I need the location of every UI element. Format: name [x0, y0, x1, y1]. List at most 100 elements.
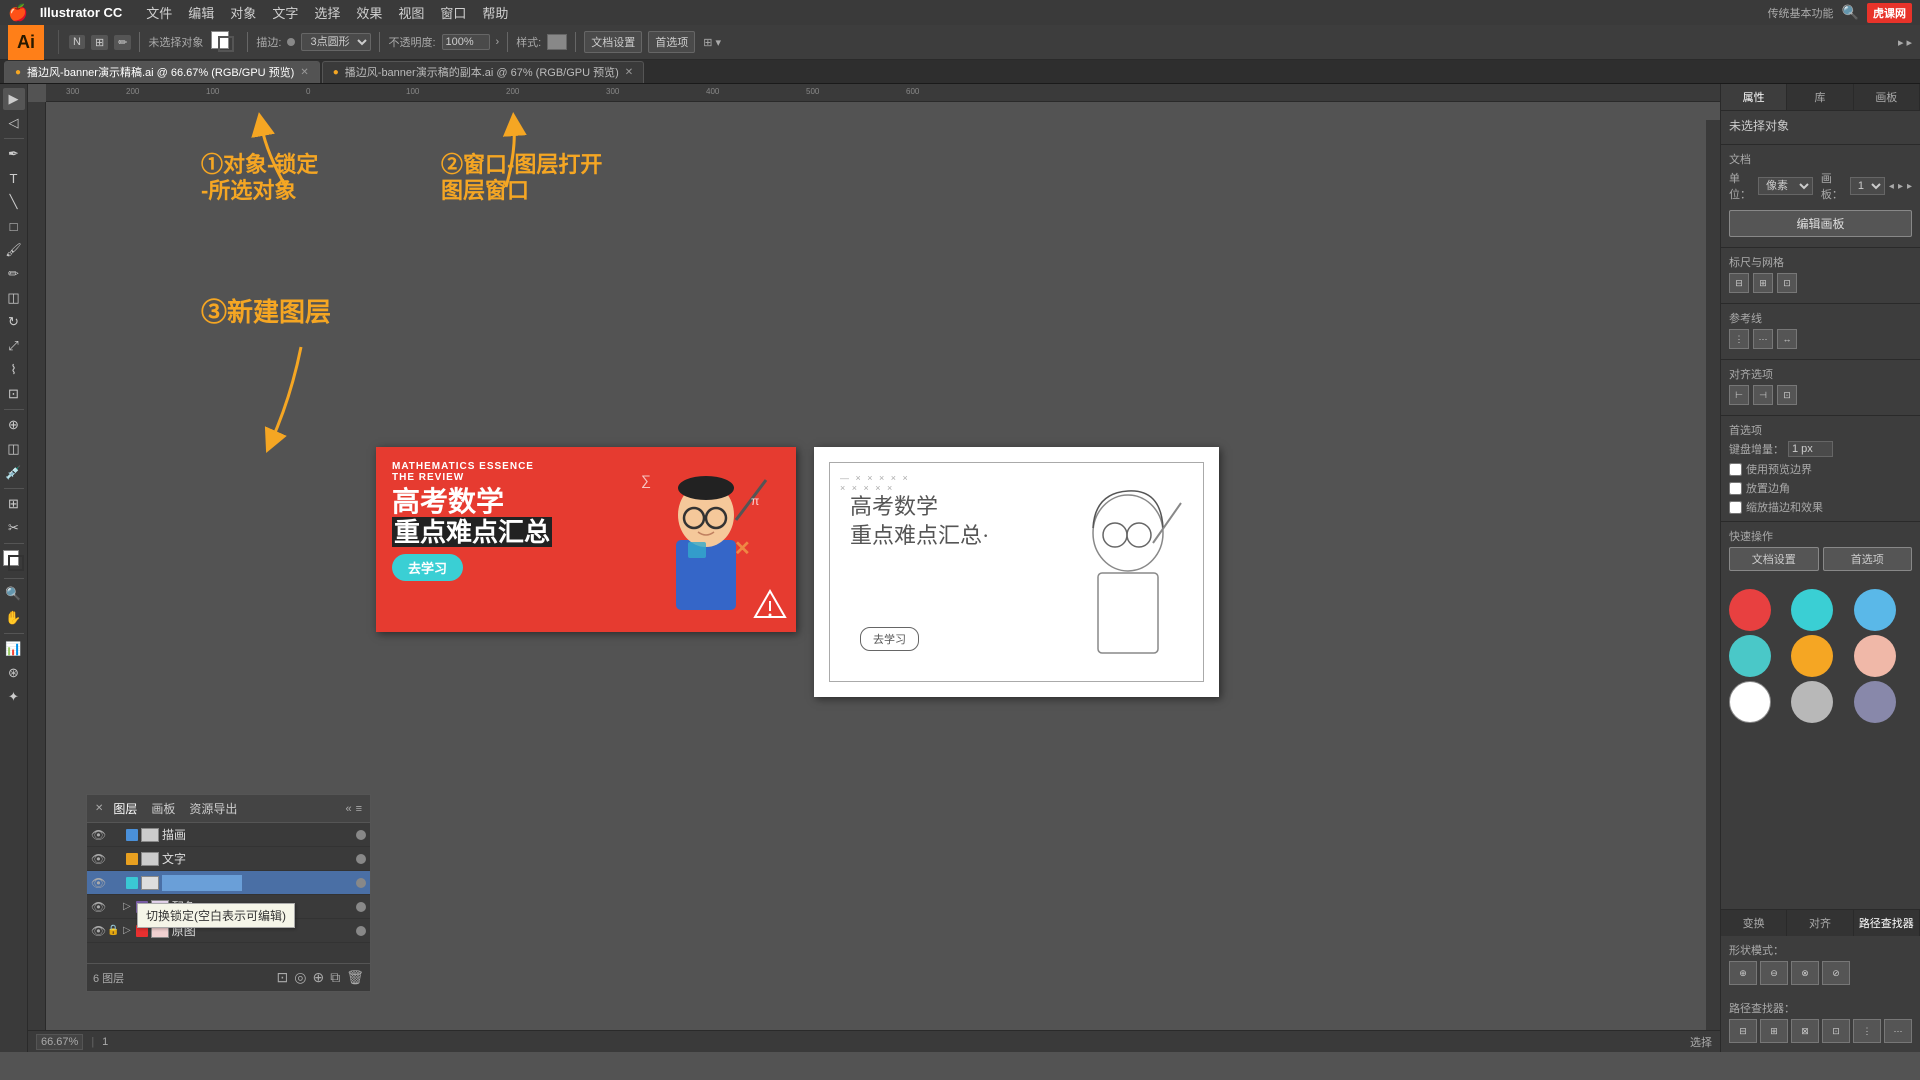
opacity-input[interactable] [442, 34, 490, 50]
anti-alias-checkbox[interactable] [1729, 501, 1742, 514]
style-preview[interactable] [547, 34, 567, 50]
rect-tool[interactable]: □ [3, 215, 25, 237]
menu-text[interactable]: 文字 [272, 3, 298, 22]
search-icon[interactable]: 🔍 [1842, 4, 1859, 21]
menu-edit[interactable]: 编辑 [188, 3, 214, 22]
panel-new-layer-icon[interactable]: ⊕ [312, 969, 324, 986]
panel-toggle-right2[interactable]: ▸ [1906, 36, 1912, 49]
panel-locate-icon[interactable]: ◎ [294, 969, 306, 986]
free-transform-tool[interactable]: ⊡ [3, 383, 25, 405]
pencil-tool[interactable]: ✏ [3, 263, 25, 285]
canvas-area[interactable]: 300 200 100 0 100 200 300 400 500 600 ①对… [28, 84, 1720, 1052]
pf-btn-4[interactable]: ⊡ [1822, 1019, 1850, 1043]
ref-line-btn-3[interactable]: ↔ [1777, 329, 1797, 349]
selection-tool[interactable]: ▶ [3, 88, 25, 110]
swatch-blue[interactable] [1854, 589, 1896, 631]
layer-name-1[interactable]: 文字 [162, 850, 356, 867]
rp-tab-library[interactable]: 库 [1787, 84, 1853, 110]
vertical-scrollbar[interactable] [1706, 120, 1720, 1038]
banner-cta-button[interactable]: 去学习 [392, 554, 463, 581]
swatch-red[interactable] [1729, 589, 1771, 631]
pf-btn-6[interactable]: ⋯ [1884, 1019, 1912, 1043]
eraser-tool[interactable]: ◫ [3, 287, 25, 309]
menu-object[interactable]: 对象 [230, 3, 256, 22]
intersect-btn[interactable]: ⊗ [1791, 961, 1819, 985]
swatch-orange[interactable] [1791, 635, 1833, 677]
new-doc-icon[interactable]: N [69, 35, 85, 49]
preferences-button[interactable]: 首选项 [648, 31, 695, 53]
menu-help[interactable]: 帮助 [482, 3, 508, 22]
layer-row-1[interactable]: 👁 文字 [87, 847, 370, 871]
unite-btn[interactable]: ⊕ [1729, 961, 1757, 985]
symbol-tool[interactable]: ⊛ [3, 662, 25, 684]
ref-line-btn-1[interactable]: ⋮ [1729, 329, 1749, 349]
layer-eye-3[interactable]: 👁 [91, 900, 107, 914]
pen-tool[interactable]: ✒ [3, 143, 25, 165]
layer-eye-0[interactable]: 👁 [91, 828, 107, 842]
align-left-btn[interactable]: ⊢ [1729, 385, 1749, 405]
stroke-style-select[interactable]: 3点圆形 [301, 33, 371, 51]
exclude-btn[interactable]: ⊘ [1822, 961, 1850, 985]
zoom-level[interactable]: 66.67% [36, 1034, 83, 1050]
layer-row-2[interactable]: 👁 [87, 871, 370, 895]
pf-btn-5[interactable]: ⋮ [1853, 1019, 1881, 1043]
panel-tab-export[interactable]: 资源导出 [183, 798, 243, 819]
zoom-tool[interactable]: 🔍 [3, 583, 25, 605]
flare-tool[interactable]: ✦ [3, 686, 25, 708]
brush-tool[interactable]: 🖌 [3, 239, 25, 261]
warp-tool[interactable]: ⌇ [3, 359, 25, 381]
panel-toggle-right[interactable]: ▸ [1898, 36, 1904, 49]
snap-grid-btn[interactable]: ⊡ [1777, 273, 1797, 293]
panel-menu-icon[interactable]: ≡ [356, 803, 362, 815]
layer-name-0[interactable]: 描画 [162, 826, 356, 843]
menu-file[interactable]: 文件 [146, 3, 172, 22]
swatch-gray[interactable] [1791, 681, 1833, 723]
menu-select[interactable]: 选择 [314, 3, 340, 22]
panel-tab-layers[interactable]: 图层 [107, 798, 143, 819]
panel-tab-artboards[interactable]: 画板 [145, 798, 181, 819]
rp-unit-select[interactable]: 像素 [1758, 177, 1813, 195]
graph-tool[interactable]: 📊 [3, 638, 25, 660]
align-center-btn[interactable]: ⊣ [1753, 385, 1773, 405]
arrange-icon[interactable]: ⊞ [91, 35, 108, 50]
panel-add-artboard-icon[interactable]: ⊡ [277, 969, 289, 986]
direct-selection-tool[interactable]: ◁ [3, 112, 25, 134]
swatch-cyan[interactable] [1729, 635, 1771, 677]
grid-toggle-btn[interactable]: ⊞ [1753, 273, 1773, 293]
tab-2[interactable]: ● 播边风-banner演示稿的副本.ai @ 67% (RGB/GPU 预览)… [322, 61, 644, 83]
scale-tool[interactable]: ⤢ [3, 335, 25, 357]
rp-btab-pathfinder[interactable]: 路径查找器 [1854, 910, 1920, 936]
pf-btn-2[interactable]: ⊞ [1760, 1019, 1788, 1043]
layer-eye-4[interactable]: 👁 [91, 924, 107, 938]
rp-artboard-more[interactable]: ▸ [1907, 181, 1912, 192]
align-right-btn[interactable]: ⊡ [1777, 385, 1797, 405]
traditional-mode[interactable]: 传统基本功能 [1768, 5, 1834, 21]
gradient-tool[interactable]: ◫ [3, 438, 25, 460]
edit-template-button[interactable]: 编辑画板 [1729, 210, 1912, 237]
swatch-white[interactable] [1729, 681, 1771, 723]
tab-1[interactable]: ● 播边风-banner演示精稿.ai @ 66.67% (RGB/GPU 预览… [4, 61, 320, 83]
minus-front-btn[interactable]: ⊖ [1760, 961, 1788, 985]
shape-builder-tool[interactable]: ⊕ [3, 414, 25, 436]
eyedropper-tool[interactable]: 💉 [3, 462, 25, 484]
panel-close-btn[interactable]: ✕ [95, 803, 103, 814]
layer-lock-4[interactable]: 🔒 [107, 925, 123, 936]
tab-2-close[interactable]: ✕ [625, 67, 633, 78]
use-preview-checkbox[interactable] [1729, 463, 1742, 476]
rp-tab-artboards[interactable]: 画板 [1854, 84, 1920, 110]
keyboard-nudge-input[interactable] [1788, 441, 1833, 457]
swatch-lavender[interactable] [1854, 681, 1896, 723]
arrange-btn[interactable]: ⊞ ▾ [703, 36, 721, 49]
layer-eye-1[interactable]: 👁 [91, 852, 107, 866]
round-corners-checkbox[interactable] [1729, 482, 1742, 495]
artboard-tool[interactable]: ⊞ [3, 493, 25, 515]
tab-1-close[interactable]: ✕ [300, 67, 308, 78]
ruler-toggle-btn[interactable]: ⊟ [1729, 273, 1749, 293]
apple-menu[interactable]: 🍎 [8, 3, 28, 23]
menu-effects[interactable]: 效果 [356, 3, 382, 22]
swatch-teal[interactable] [1791, 589, 1833, 631]
rp-artboard-select[interactable]: 1 [1850, 177, 1885, 195]
pf-btn-1[interactable]: ⊟ [1729, 1019, 1757, 1043]
rp-btab-align[interactable]: 对齐 [1787, 910, 1853, 936]
menu-window[interactable]: 窗口 [440, 3, 466, 22]
